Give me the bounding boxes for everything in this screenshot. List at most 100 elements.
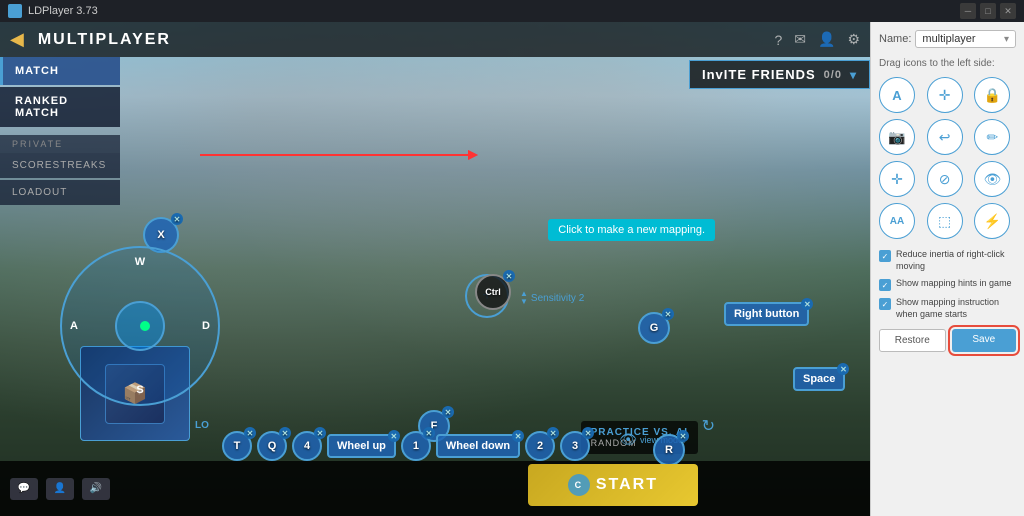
wheeldown-close-icon[interactable]: ✕ <box>512 430 524 442</box>
bottom-bar: 💬 👤 🔊 <box>0 461 870 516</box>
left-menu: MATCH RANKED MATCH PRIVATE SCORESTREAKS … <box>0 57 120 207</box>
g-mapping-button[interactable]: G ✕ <box>638 312 670 344</box>
4-mapping-button[interactable]: 4 ✕ <box>292 431 322 461</box>
red-arrow-head <box>468 150 478 160</box>
red-arrow-line <box>200 154 470 156</box>
icon-lock[interactable]: 🔒 <box>974 77 1010 113</box>
invite-bar[interactable]: InvITE FRIENDS 0/0 ▾ <box>689 60 870 89</box>
icon-plus[interactable]: ✛ <box>879 161 915 197</box>
icon-pencil[interactable]: ✏ <box>974 119 1010 155</box>
refresh-icon[interactable]: ↻ <box>702 416 715 436</box>
checkbox-row-2: ✓ Show mapping hints in game <box>879 278 1016 291</box>
bottom-mapping-row: T ✕ Q ✕ 4 ✕ Wheel up ✕ 1 ✕ Wheel down ✕ … <box>222 431 590 461</box>
f-close-icon[interactable]: ✕ <box>442 406 454 418</box>
icon-aa[interactable]: AA <box>879 203 915 239</box>
icon-screen[interactable]: ⬚ <box>927 203 963 239</box>
1-close-icon[interactable]: ✕ <box>423 427 435 439</box>
app-icon <box>8 4 22 18</box>
sens-arrows: ▲ ▼ <box>520 290 528 306</box>
click-hint[interactable]: Click to make a new mapping. <box>548 219 715 241</box>
icon-rotate[interactable]: ↩ <box>927 119 963 155</box>
invite-dropdown-icon[interactable]: ▾ <box>850 68 857 82</box>
view-model-icon: 👁 <box>619 431 637 448</box>
red-arrow-indicator <box>200 154 470 156</box>
menu-item-ranked[interactable]: RANKED MATCH <box>0 87 120 127</box>
space-mapping-button[interactable]: Space ✕ <box>793 367 845 391</box>
4-close-icon[interactable]: ✕ <box>314 427 326 439</box>
friends-icon[interactable]: 👤 <box>818 31 835 48</box>
ctrl-mapping-button[interactable]: Ctrl ✕ <box>475 274 511 310</box>
icon-grid: A ✛ 🔒 📷 ↩ ✏ ✛ ⊘ 👁 AA ⬚ ⚡ <box>879 77 1016 239</box>
checkbox-2[interactable]: ✓ <box>879 279 891 291</box>
menu-item-loadout[interactable]: LOADOUT <box>0 180 120 205</box>
x-close-icon[interactable]: ✕ <box>171 213 183 225</box>
chat-icon[interactable]: 💬 <box>10 478 38 500</box>
panel-name-row: Name: multiplayer ▾ <box>879 30 1016 48</box>
3-close-icon[interactable]: ✕ <box>582 427 594 439</box>
sensitivity-label: ▲ ▼ Sensitivity 2 <box>520 290 584 306</box>
mail-icon[interactable]: ✉ <box>794 31 806 48</box>
1-mapping-button[interactable]: 1 ✕ <box>401 431 431 461</box>
icon-lightning[interactable]: ⚡ <box>974 203 1010 239</box>
checkboxes-section: ✓ Reduce inertia of right-click moving ✓… <box>879 249 1016 321</box>
app-title: LDPlayer 3.73 <box>28 5 98 17</box>
checkbox-row-1: ✓ Reduce inertia of right-click moving <box>879 249 1016 272</box>
2-mapping-button[interactable]: 2 ✕ <box>525 431 555 461</box>
sound-icon[interactable]: 🔊 <box>82 478 110 500</box>
wasd-w-label: W <box>135 256 145 268</box>
menu-item-scorestreaks[interactable]: SCORESTREAKS <box>0 153 120 178</box>
r-close-icon[interactable]: ✕ <box>677 430 689 442</box>
joystick-inner <box>115 301 165 351</box>
q-close-icon[interactable]: ✕ <box>279 427 291 439</box>
q-mapping-button[interactable]: Q ✕ <box>257 431 287 461</box>
wasd-a-label: A <box>70 320 78 332</box>
maximize-button[interactable]: □ <box>980 3 996 19</box>
window-controls[interactable]: ─ □ ✕ <box>960 3 1016 19</box>
t-mapping-button[interactable]: T ✕ <box>222 431 252 461</box>
start-button[interactable]: C START <box>528 464 698 506</box>
game-top-bar: ◀ MULTIPLAYER ? ✉ 👤 ⚙ <box>0 22 870 57</box>
icon-no[interactable]: ⊘ <box>927 161 963 197</box>
game-title: MULTIPLAYER <box>38 31 171 49</box>
back-arrow-icon[interactable]: ◀ <box>10 29 24 50</box>
joystick-area[interactable]: W A S D <box>60 246 220 406</box>
lo-text: LO <box>195 420 209 431</box>
icon-a[interactable]: A <box>879 77 915 113</box>
drag-instruction: Drag icons to the left side: <box>879 58 1016 69</box>
icon-eye[interactable]: 👁 <box>974 161 1010 197</box>
menu-item-match[interactable]: MATCH <box>0 57 120 85</box>
checkbox-3[interactable]: ✓ <box>879 298 891 310</box>
ctrl-close-icon[interactable]: ✕ <box>503 270 515 282</box>
r-mapping-button[interactable]: R ✕ <box>653 434 685 466</box>
2-close-icon[interactable]: ✕ <box>547 427 559 439</box>
g-close-icon[interactable]: ✕ <box>662 308 674 320</box>
3-mapping-button[interactable]: 3 ✕ <box>560 431 590 461</box>
joystick-circle: W A S D <box>60 246 220 406</box>
settings-icon[interactable]: ⚙ <box>847 31 860 48</box>
t-close-icon[interactable]: ✕ <box>244 427 256 439</box>
checkbox-1[interactable]: ✓ <box>879 250 891 262</box>
invite-label: InvITE FRIENDS <box>702 67 816 82</box>
name-dropdown-icon[interactable]: ▾ <box>1004 34 1009 45</box>
invite-count: 0/0 <box>824 69 842 81</box>
player-icon[interactable]: 👤 <box>46 478 74 500</box>
minimize-button[interactable]: ─ <box>960 3 976 19</box>
wheeldown-mapping-button[interactable]: Wheel down ✕ <box>436 434 520 458</box>
save-button[interactable]: Save <box>952 329 1017 352</box>
wasd-d-label: D <box>202 320 210 332</box>
help-icon[interactable]: ? <box>774 32 782 48</box>
right-button-mapping[interactable]: Right button ✕ <box>724 302 809 326</box>
private-label: PRIVATE <box>0 135 120 153</box>
checkbox-1-label: Reduce inertia of right-click moving <box>896 249 1016 272</box>
restore-button[interactable]: Restore <box>879 329 946 352</box>
icon-camera[interactable]: 📷 <box>879 119 915 155</box>
icon-crosshair[interactable]: ✛ <box>927 77 963 113</box>
title-bar: LDPlayer 3.73 ─ □ ✕ <box>0 0 1024 22</box>
wheelup-mapping-button[interactable]: Wheel up ✕ <box>327 434 396 458</box>
wasd-s-label: S <box>136 384 143 396</box>
checkbox-2-label: Show mapping hints in game <box>896 278 1012 290</box>
name-value[interactable]: multiplayer ▾ <box>915 30 1016 48</box>
game-area: ◀ MULTIPLAYER ? ✉ 👤 ⚙ MATCH RANKED MATCH… <box>0 22 870 516</box>
wheelup-close-icon[interactable]: ✕ <box>388 430 400 442</box>
close-button[interactable]: ✕ <box>1000 3 1016 19</box>
